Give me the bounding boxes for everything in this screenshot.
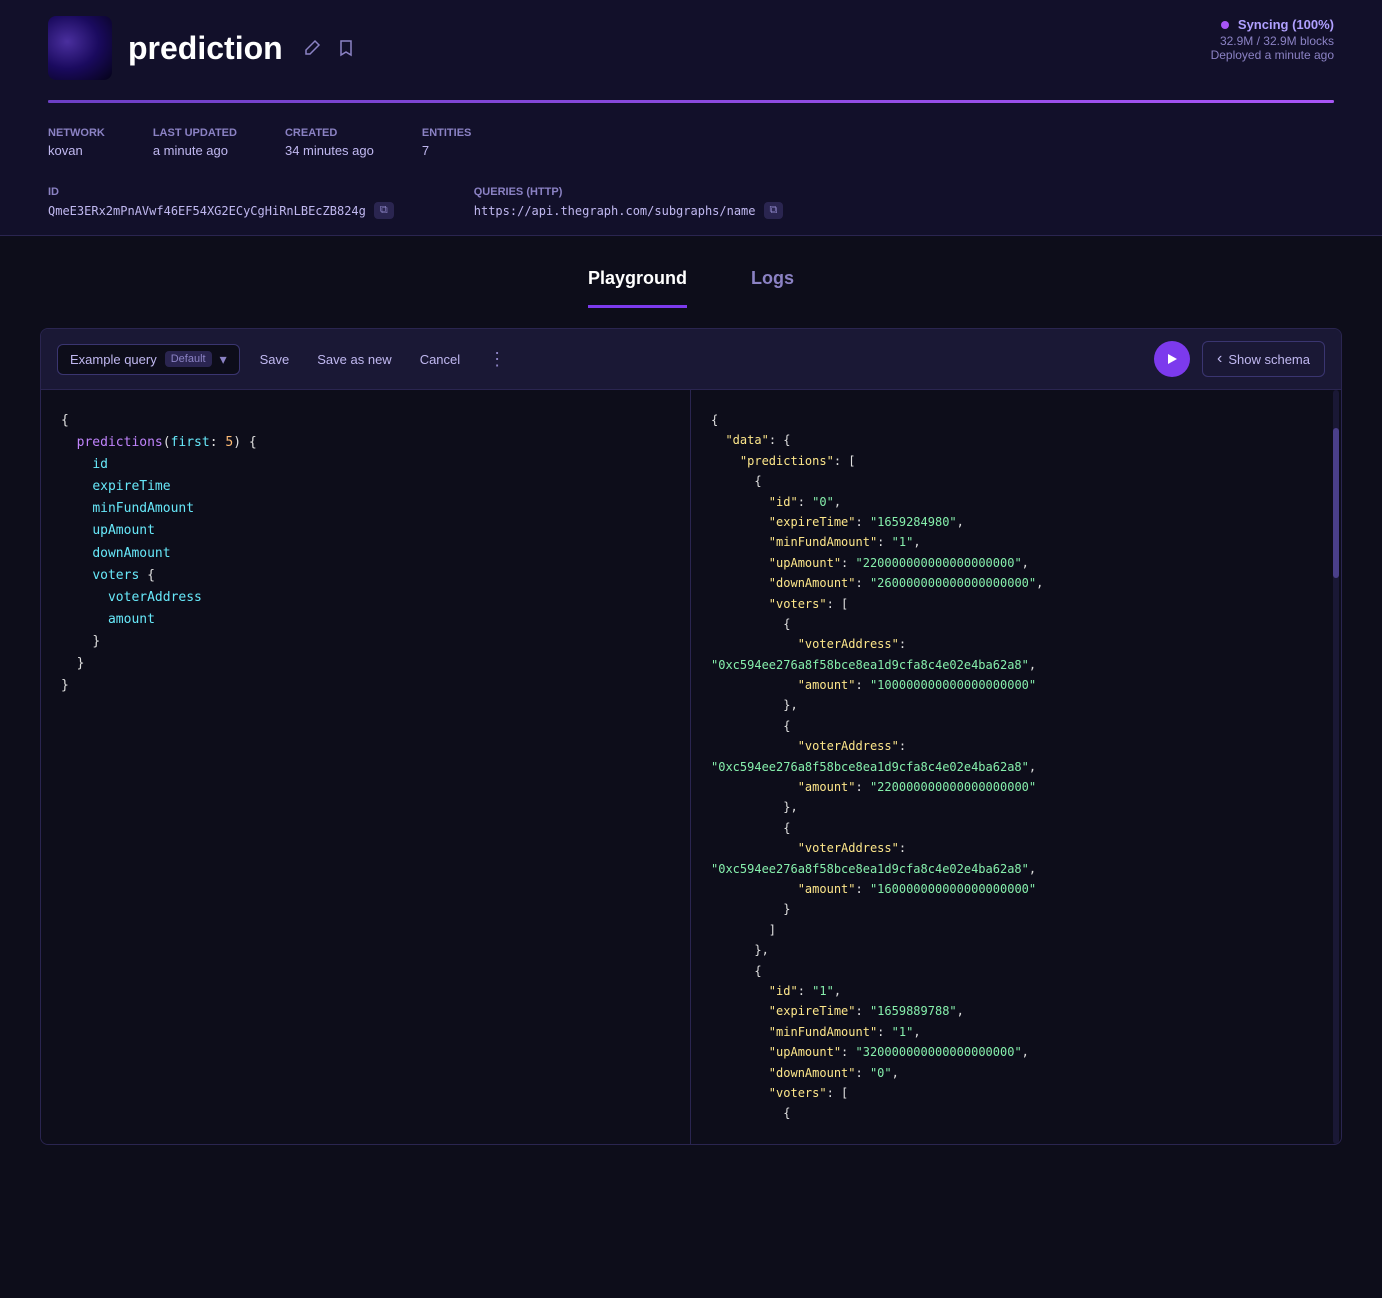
show-schema-label: Show schema: [1228, 352, 1310, 367]
meta-created: Created 34 minutes ago: [285, 127, 374, 158]
default-badge: Default: [165, 351, 212, 367]
scrollbar-thumb[interactable]: [1333, 428, 1339, 579]
meta-network: Network kovan: [48, 127, 105, 158]
meta-entities: Entities 7: [422, 127, 472, 158]
queries-label: Queries (HTTP): [474, 186, 784, 198]
id-label: ID: [48, 186, 394, 198]
progress-bar-container: [48, 100, 1334, 103]
more-options-button[interactable]: ⋮: [480, 345, 514, 374]
id-value-text: QmeE3ERx2mPnAVwf46EF54XG2ECyCgHiRnLBEcZB…: [48, 204, 366, 218]
last-updated-label: Last updated: [153, 127, 237, 139]
header: prediction Syncing (100%) 32.9M: [0, 0, 1382, 236]
deployed-label: Deployed a minute ago: [1211, 48, 1334, 62]
id-section: ID QmeE3ERx2mPnAVwf46EF54XG2ECyCgHiRnLBE…: [48, 174, 1334, 235]
editor-area: { predictions(first: 5) { id expireTime …: [41, 390, 1341, 1144]
query-editor[interactable]: { predictions(first: 5) { id expireTime …: [41, 390, 691, 1144]
bookmark-icon: [337, 39, 355, 57]
bookmark-button[interactable]: [333, 35, 359, 61]
query-toolbar: Example query Default ▾ Save Save as new…: [41, 329, 1341, 390]
header-left: prediction: [48, 16, 359, 80]
copy-id-button[interactable]: ⧉: [374, 202, 394, 219]
created-label: Created: [285, 127, 374, 139]
header-actions: [299, 35, 359, 61]
edit-icon: [303, 39, 321, 57]
result-panel: { "data": { "predictions": [ { "id": "0"…: [691, 390, 1341, 1144]
subgraph-title: prediction: [128, 30, 283, 67]
id-field: ID QmeE3ERx2mPnAVwf46EF54XG2ECyCgHiRnLBE…: [48, 186, 394, 219]
scrollbar-track: [1333, 390, 1339, 1144]
result-code: { "data": { "predictions": [ { "id": "0"…: [711, 410, 1321, 1124]
sync-dot: [1221, 21, 1229, 29]
playground-container: Example query Default ▾ Save Save as new…: [40, 328, 1342, 1145]
tab-playground[interactable]: Playground: [588, 268, 687, 308]
last-updated-value: a minute ago: [153, 143, 237, 158]
entities-value: 7: [422, 143, 472, 158]
query-code: { predictions(first: 5) { id expireTime …: [61, 410, 670, 697]
entities-label: Entities: [422, 127, 472, 139]
chevron-left-icon: ‹: [1217, 350, 1222, 368]
query-select-label: Example query: [70, 352, 157, 367]
subgraph-thumbnail: [48, 16, 112, 80]
chevron-down-icon: ▾: [220, 351, 227, 368]
cancel-button[interactable]: Cancel: [412, 348, 468, 371]
sync-label: Syncing (100%): [1238, 17, 1334, 32]
progress-bar-fill: [48, 100, 1334, 103]
network-value: kovan: [48, 143, 105, 158]
run-query-button[interactable]: [1154, 341, 1190, 377]
edit-button[interactable]: [299, 35, 325, 61]
queries-value-text: https://api.thegraph.com/subgraphs/name: [474, 204, 756, 218]
play-icon: [1165, 352, 1179, 366]
queries-field: Queries (HTTP) https://api.thegraph.com/…: [474, 186, 784, 219]
created-value: 34 minutes ago: [285, 143, 374, 158]
blocks-label: 32.9M / 32.9M blocks: [1211, 34, 1334, 48]
tabs: Playground Logs: [0, 236, 1382, 308]
show-schema-button[interactable]: ‹ Show schema: [1202, 341, 1325, 377]
network-label: Network: [48, 127, 105, 139]
meta-last-updated: Last updated a minute ago: [153, 127, 237, 158]
header-top: prediction Syncing (100%) 32.9M: [48, 16, 1334, 92]
query-select[interactable]: Example query Default ▾: [57, 344, 240, 375]
queries-value-row: https://api.thegraph.com/subgraphs/name …: [474, 202, 784, 219]
copy-queries-button[interactable]: ⧉: [764, 202, 784, 219]
metadata-row: Network kovan Last updated a minute ago …: [48, 111, 1334, 174]
save-button[interactable]: Save: [252, 348, 298, 371]
sync-status: Syncing (100%) 32.9M / 32.9M blocks Depl…: [1211, 16, 1334, 62]
save-as-new-button[interactable]: Save as new: [309, 348, 399, 371]
tab-logs[interactable]: Logs: [751, 268, 794, 308]
id-value-row: QmeE3ERx2mPnAVwf46EF54XG2ECyCgHiRnLBEcZB…: [48, 202, 394, 219]
